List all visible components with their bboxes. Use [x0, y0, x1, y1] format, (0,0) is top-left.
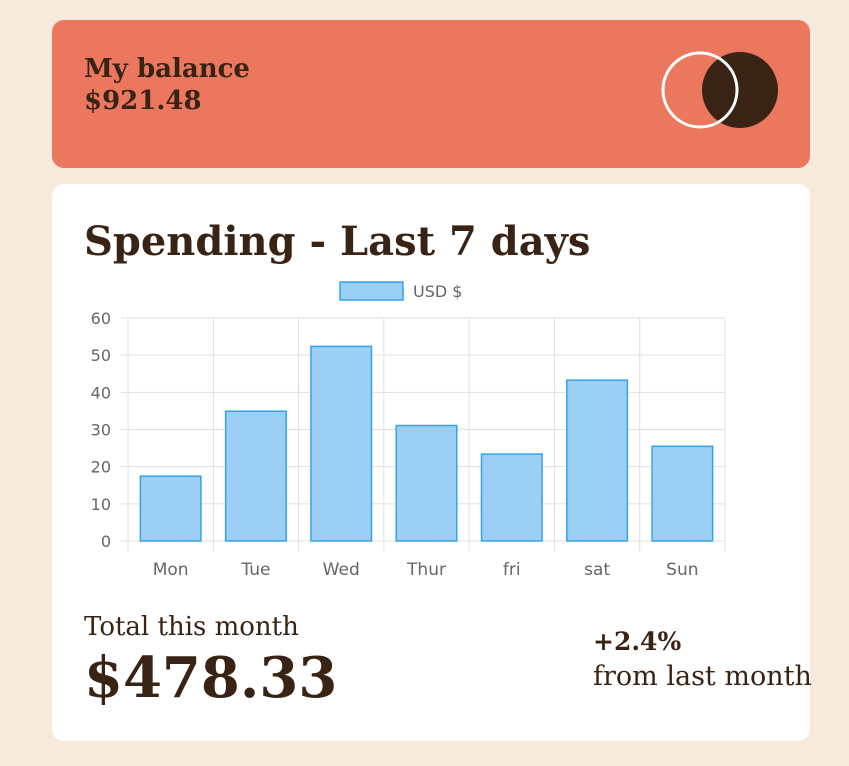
bar-sat [566, 379, 629, 542]
x-tick-label: Thur [406, 560, 446, 580]
legend-label: USD $ [413, 282, 462, 301]
bar-thur [395, 424, 458, 542]
total-label: Total this month [84, 612, 299, 642]
y-tick-label: 0 [101, 532, 111, 551]
x-tick-label: Mon [153, 560, 189, 580]
bar-fri [480, 453, 543, 542]
bar-sun [651, 445, 714, 542]
y-tick-label: 20 [91, 458, 111, 477]
change-value: +2.4% [593, 627, 682, 656]
two-circles-logo-icon [661, 51, 778, 129]
y-tick-label: 30 [91, 421, 111, 440]
logo-filled-circle [702, 52, 778, 128]
bar-tue [224, 410, 287, 542]
balance-label: My balance [84, 54, 250, 84]
y-tick-label: 10 [91, 495, 111, 514]
spending-bar-chart: 0 10 20 30 40 50 60 Mon Tue Wed Thur fri sat Sun USD $ [91, 281, 726, 580]
balance-amount: $921.48 [84, 86, 202, 116]
bar-wed [310, 345, 373, 542]
x-tick-label: fri [503, 560, 521, 580]
legend-swatch [339, 281, 404, 301]
total-amount: $478.33 [84, 645, 338, 711]
spending-card: Spending - Last 7 days 0 10 20 30 40 50 60 Mon T… [52, 184, 812, 741]
y-tick-label: 50 [91, 346, 111, 365]
y-tick-label: 60 [91, 309, 111, 328]
x-tick-label: Tue [240, 560, 270, 580]
x-tick-label: sat [584, 560, 610, 580]
bar-mon [139, 475, 202, 542]
x-tick-label: Wed [323, 560, 360, 580]
y-tick-label: 40 [91, 383, 111, 402]
balance-card: My balance $921.48 [52, 20, 810, 168]
x-tick-label: Sun [666, 560, 698, 580]
change-text: from last month [593, 661, 812, 692]
